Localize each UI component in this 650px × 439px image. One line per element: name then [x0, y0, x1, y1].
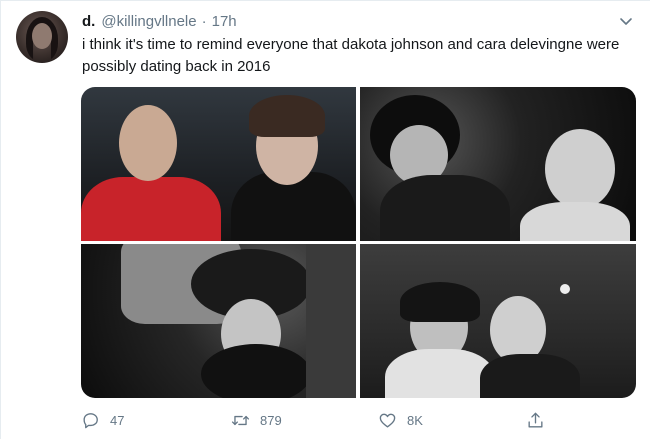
- share-button[interactable]: [526, 411, 555, 430]
- photo-2[interactable]: [360, 87, 636, 241]
- photo-2-shape: [380, 175, 510, 241]
- reply-count: 47: [110, 413, 125, 428]
- retweet-button[interactable]: 879: [231, 411, 282, 430]
- photo-3-shape: [306, 244, 356, 398]
- photo-4-shape: [480, 354, 580, 398]
- like-button[interactable]: 8K: [378, 411, 423, 430]
- reply-button[interactable]: 47: [81, 411, 124, 430]
- photo-2-shape: [520, 202, 630, 241]
- timestamp[interactable]: 17h: [212, 13, 237, 30]
- reply-icon: [83, 413, 98, 429]
- photo-1-shape: [119, 105, 177, 181]
- photo-4-shape: [560, 284, 570, 294]
- like-count: 8K: [407, 413, 423, 428]
- heart-icon: [379, 413, 396, 428]
- chevron-down-icon[interactable]: [618, 13, 634, 29]
- photo-1-shape: [249, 95, 325, 137]
- retweet-count: 879: [260, 413, 282, 428]
- photo-1[interactable]: [81, 87, 356, 241]
- photo-4-shape: [385, 349, 495, 398]
- photo-4-shape: [400, 282, 480, 322]
- avatar[interactable]: [16, 11, 68, 63]
- retweet-icon: [231, 415, 250, 426]
- action-bar: 47 879 8K: [81, 411, 626, 433]
- photo-2-shape: [545, 129, 615, 209]
- tweet[interactable]: d. @killingvllnele · 17h i think it's ti…: [0, 0, 650, 439]
- separator-dot: ·: [201, 12, 207, 30]
- display-name[interactable]: d.: [82, 13, 95, 30]
- tweet-header: d. @killingvllnele · 17h: [82, 11, 237, 31]
- avatar-face: [32, 23, 52, 49]
- media-grid[interactable]: [81, 87, 636, 398]
- share-icon: [528, 412, 543, 428]
- tweet-text: i think it's time to remind everyone tha…: [82, 36, 620, 75]
- photo-3-shape: [201, 344, 311, 398]
- user-handle[interactable]: @killingvllnele: [101, 13, 196, 30]
- photo-1-shape: [81, 177, 221, 241]
- photo-4[interactable]: [360, 244, 636, 398]
- photo-3[interactable]: [81, 244, 356, 398]
